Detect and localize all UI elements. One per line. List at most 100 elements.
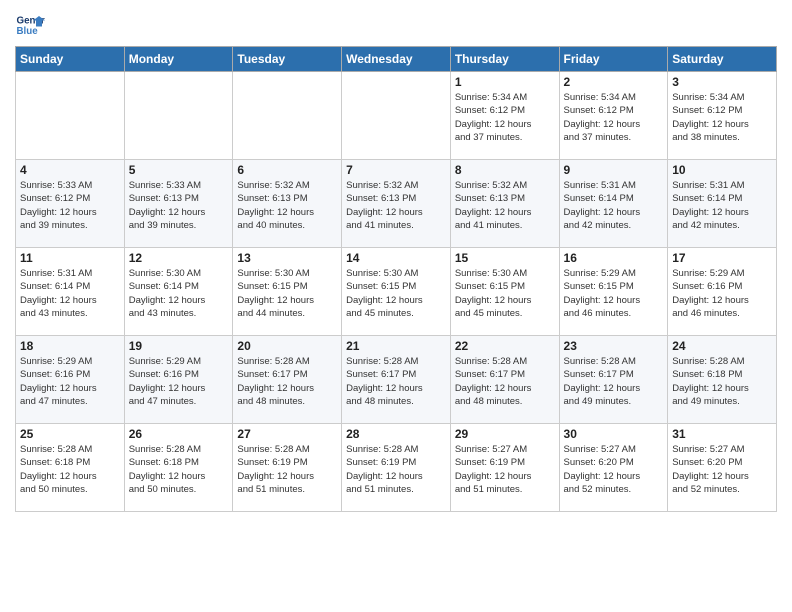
calendar-table: SundayMondayTuesdayWednesdayThursdayFrid… [15, 46, 777, 512]
day-number: 30 [564, 427, 664, 441]
calendar-cell: 5 Sunrise: 5:33 AM Sunset: 6:13 PM Daylig… [124, 160, 233, 248]
day-info: Sunrise: 5:28 AM Sunset: 6:18 PM Dayligh… [20, 443, 120, 496]
day-info: Sunrise: 5:33 AM Sunset: 6:13 PM Dayligh… [129, 179, 229, 232]
calendar-cell: 11Sunrise: 5:31 AM Sunset: 6:14 PM Dayli… [16, 248, 125, 336]
header: General Blue [15, 10, 777, 40]
calendar-cell: 4 Sunrise: 5:33 AM Sunset: 6:12 PM Daylig… [16, 160, 125, 248]
calendar-cell: 24 Sunrise: 5:28 AM Sunset: 6:18 PM Dayli… [668, 336, 777, 424]
day-info: Sunrise: 5:31 AM Sunset: 6:14 PM Dayligh… [20, 267, 120, 320]
day-number: 3 [672, 75, 772, 89]
day-info: Sunrise: 5:28 AM Sunset: 6:19 PM Dayligh… [346, 443, 446, 496]
calendar-cell: 29Sunrise: 5:27 AM Sunset: 6:19 PM Dayli… [450, 424, 559, 512]
day-info: Sunrise: 5:28 AM Sunset: 6:17 PM Dayligh… [455, 355, 555, 408]
day-info: Sunrise: 5:34 AM Sunset: 6:12 PM Dayligh… [672, 91, 772, 144]
day-info: Sunrise: 5:27 AM Sunset: 6:20 PM Dayligh… [564, 443, 664, 496]
day-info: Sunrise: 5:30 AM Sunset: 6:14 PM Dayligh… [129, 267, 229, 320]
day-info: Sunrise: 5:32 AM Sunset: 6:13 PM Dayligh… [346, 179, 446, 232]
day-number: 13 [237, 251, 337, 265]
svg-text:Blue: Blue [17, 26, 39, 37]
day-info: Sunrise: 5:27 AM Sunset: 6:20 PM Dayligh… [672, 443, 772, 496]
day-info: Sunrise: 5:32 AM Sunset: 6:13 PM Dayligh… [237, 179, 337, 232]
calendar-cell [342, 72, 451, 160]
day-info: Sunrise: 5:30 AM Sunset: 6:15 PM Dayligh… [346, 267, 446, 320]
day-info: Sunrise: 5:34 AM Sunset: 6:12 PM Dayligh… [564, 91, 664, 144]
day-number: 28 [346, 427, 446, 441]
calendar-cell: 2 Sunrise: 5:34 AM Sunset: 6:12 PM Daylig… [559, 72, 668, 160]
calendar-cell: 17 Sunrise: 5:29 AM Sunset: 6:16 PM Dayli… [668, 248, 777, 336]
calendar-cell: 6 Sunrise: 5:32 AM Sunset: 6:13 PM Daylig… [233, 160, 342, 248]
calendar-cell: 21 Sunrise: 5:28 AM Sunset: 6:17 PM Dayli… [342, 336, 451, 424]
day-number: 27 [237, 427, 337, 441]
calendar-week-2: 4 Sunrise: 5:33 AM Sunset: 6:12 PM Daylig… [16, 160, 777, 248]
calendar-cell: 10Sunrise: 5:31 AM Sunset: 6:14 PM Dayli… [668, 160, 777, 248]
day-number: 7 [346, 163, 446, 177]
calendar-header-thursday: Thursday [450, 47, 559, 72]
day-number: 2 [564, 75, 664, 89]
day-number: 16 [564, 251, 664, 265]
calendar-header-wednesday: Wednesday [342, 47, 451, 72]
day-number: 1 [455, 75, 555, 89]
calendar-cell: 27 Sunrise: 5:28 AM Sunset: 6:19 PM Dayli… [233, 424, 342, 512]
calendar-cell: 22 Sunrise: 5:28 AM Sunset: 6:17 PM Dayli… [450, 336, 559, 424]
calendar-cell: 14 Sunrise: 5:30 AM Sunset: 6:15 PM Dayli… [342, 248, 451, 336]
calendar-header-tuesday: Tuesday [233, 47, 342, 72]
calendar-cell: 30 Sunrise: 5:27 AM Sunset: 6:20 PM Dayli… [559, 424, 668, 512]
day-info: Sunrise: 5:28 AM Sunset: 6:18 PM Dayligh… [129, 443, 229, 496]
calendar-cell: 18Sunrise: 5:29 AM Sunset: 6:16 PM Dayli… [16, 336, 125, 424]
day-number: 23 [564, 339, 664, 353]
day-number: 26 [129, 427, 229, 441]
calendar-header-monday: Monday [124, 47, 233, 72]
calendar-cell: 26 Sunrise: 5:28 AM Sunset: 6:18 PM Dayli… [124, 424, 233, 512]
day-info: Sunrise: 5:28 AM Sunset: 6:19 PM Dayligh… [237, 443, 337, 496]
calendar-cell: 20 Sunrise: 5:28 AM Sunset: 6:17 PM Dayli… [233, 336, 342, 424]
calendar-cell: 8Sunrise: 5:32 AM Sunset: 6:13 PM Daylig… [450, 160, 559, 248]
day-number: 22 [455, 339, 555, 353]
calendar-cell: 9Sunrise: 5:31 AM Sunset: 6:14 PM Daylig… [559, 160, 668, 248]
logo-icon: General Blue [15, 10, 45, 40]
calendar-cell: 15Sunrise: 5:30 AM Sunset: 6:15 PM Dayli… [450, 248, 559, 336]
calendar-week-1: 1 Sunrise: 5:34 AM Sunset: 6:12 PM Daylig… [16, 72, 777, 160]
day-info: Sunrise: 5:28 AM Sunset: 6:17 PM Dayligh… [346, 355, 446, 408]
day-number: 24 [672, 339, 772, 353]
day-number: 14 [346, 251, 446, 265]
calendar-cell: 31 Sunrise: 5:27 AM Sunset: 6:20 PM Dayli… [668, 424, 777, 512]
day-info: Sunrise: 5:29 AM Sunset: 6:15 PM Dayligh… [564, 267, 664, 320]
calendar-header-saturday: Saturday [668, 47, 777, 72]
day-number: 4 [20, 163, 120, 177]
logo: General Blue [15, 10, 45, 40]
calendar-cell: 7 Sunrise: 5:32 AM Sunset: 6:13 PM Daylig… [342, 160, 451, 248]
calendar-header-friday: Friday [559, 47, 668, 72]
calendar-header-sunday: Sunday [16, 47, 125, 72]
day-number: 19 [129, 339, 229, 353]
day-number: 20 [237, 339, 337, 353]
day-info: Sunrise: 5:29 AM Sunset: 6:16 PM Dayligh… [20, 355, 120, 408]
day-info: Sunrise: 5:31 AM Sunset: 6:14 PM Dayligh… [672, 179, 772, 232]
day-info: Sunrise: 5:32 AM Sunset: 6:13 PM Dayligh… [455, 179, 555, 232]
calendar-cell: 25Sunrise: 5:28 AM Sunset: 6:18 PM Dayli… [16, 424, 125, 512]
day-info: Sunrise: 5:27 AM Sunset: 6:19 PM Dayligh… [455, 443, 555, 496]
calendar-week-3: 11Sunrise: 5:31 AM Sunset: 6:14 PM Dayli… [16, 248, 777, 336]
day-info: Sunrise: 5:28 AM Sunset: 6:17 PM Dayligh… [564, 355, 664, 408]
day-number: 15 [455, 251, 555, 265]
calendar-header-row: SundayMondayTuesdayWednesdayThursdayFrid… [16, 47, 777, 72]
day-number: 5 [129, 163, 229, 177]
calendar-cell: 23 Sunrise: 5:28 AM Sunset: 6:17 PM Dayli… [559, 336, 668, 424]
day-info: Sunrise: 5:33 AM Sunset: 6:12 PM Dayligh… [20, 179, 120, 232]
calendar-cell: 19Sunrise: 5:29 AM Sunset: 6:16 PM Dayli… [124, 336, 233, 424]
calendar-cell: 16 Sunrise: 5:29 AM Sunset: 6:15 PM Dayli… [559, 248, 668, 336]
day-info: Sunrise: 5:29 AM Sunset: 6:16 PM Dayligh… [672, 267, 772, 320]
calendar-cell: 1Sunrise: 5:34 AM Sunset: 6:12 PM Daylig… [450, 72, 559, 160]
day-number: 12 [129, 251, 229, 265]
day-info: Sunrise: 5:28 AM Sunset: 6:17 PM Dayligh… [237, 355, 337, 408]
calendar-cell: 12 Sunrise: 5:30 AM Sunset: 6:14 PM Dayli… [124, 248, 233, 336]
day-number: 31 [672, 427, 772, 441]
day-number: 6 [237, 163, 337, 177]
calendar-cell [233, 72, 342, 160]
day-info: Sunrise: 5:28 AM Sunset: 6:18 PM Dayligh… [672, 355, 772, 408]
day-number: 9 [564, 163, 664, 177]
day-number: 21 [346, 339, 446, 353]
calendar-cell: 28 Sunrise: 5:28 AM Sunset: 6:19 PM Dayli… [342, 424, 451, 512]
day-number: 17 [672, 251, 772, 265]
calendar-week-5: 25Sunrise: 5:28 AM Sunset: 6:18 PM Dayli… [16, 424, 777, 512]
calendar-week-4: 18Sunrise: 5:29 AM Sunset: 6:16 PM Dayli… [16, 336, 777, 424]
